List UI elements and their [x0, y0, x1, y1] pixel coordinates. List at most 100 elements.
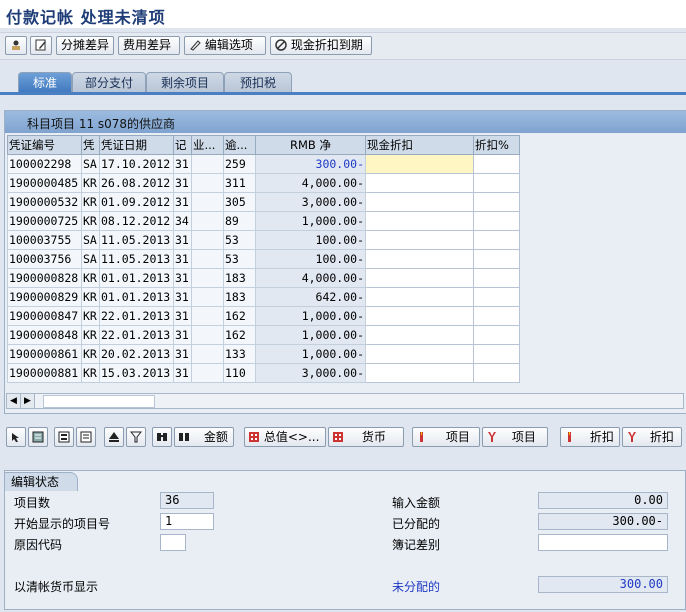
discount-pct-cell[interactable] [473, 211, 520, 231]
doc-number-cell: 1900000829 [7, 287, 82, 307]
deselect-all-icon[interactable] [76, 427, 96, 447]
cash-discount-cell[interactable] [365, 287, 474, 307]
cash-discount-due-button[interactable]: 现金折扣到期 [270, 36, 372, 55]
table-row[interactable]: 1900000532 KR 01.09.2012 31 305 3,000.00- [7, 192, 520, 212]
col-header-doc-number[interactable]: 凭证编号 [7, 135, 82, 155]
net-amount-cell: 1,000.00- [255, 211, 366, 231]
deactivate-items-label: 项目 [511, 430, 536, 444]
display-currency-label: 以清帐货币显示 [14, 580, 99, 594]
open-items-table: 凭证编号 凭 凭证日期 记 业... 逾... RMB 净 现金折扣 折扣% 1… [7, 135, 520, 383]
scroll-thumb[interactable] [43, 395, 155, 408]
edit-options-button[interactable]: 编辑选项 [184, 36, 266, 55]
tab-strip: 标准 部分支付 剩余项目 预扣税 [0, 72, 686, 94]
total-value-button[interactable]: 总值<>... [244, 427, 326, 447]
processing-status-tab: 编辑状态 [4, 472, 78, 491]
table-row[interactable]: 1900000725 KR 08.12.2012 34 89 1,000.00- [7, 211, 520, 231]
application-toolbar: 分摊差异 费用差异 编辑选项 现金折扣到期 [0, 32, 686, 60]
business-area-cell [191, 306, 224, 326]
cash-discount-cell[interactable] [365, 249, 474, 269]
discount-pct-cell[interactable] [473, 363, 520, 383]
table-row[interactable]: 1900000861 KR 20.02.2013 31 133 1,000.00- [7, 344, 520, 364]
overdue-cell: 89 [223, 211, 256, 231]
cash-discount-cell[interactable] [365, 268, 474, 288]
filter-icon[interactable] [126, 427, 146, 447]
unassigned-label: 未分配的 [392, 580, 441, 594]
cash-discount-cell[interactable] [365, 363, 474, 383]
discount-pct-cell[interactable] [473, 249, 520, 269]
cash-discount-cell[interactable] [365, 211, 474, 231]
cash-discount-cell[interactable] [365, 192, 474, 212]
tab-residual-items[interactable]: 剩余项目 [146, 72, 224, 93]
col-header-doc-date[interactable]: 凭证日期 [99, 135, 174, 155]
activate-items-button[interactable]: 项目 [412, 427, 480, 447]
net-amount-cell: 1,000.00- [255, 344, 366, 364]
cash-discount-cell[interactable] [365, 230, 474, 250]
reason-code-field[interactable] [160, 534, 186, 551]
tab-standard[interactable]: 标准 [18, 72, 72, 93]
discount-pct-cell[interactable] [473, 344, 520, 364]
cash-discount-cell[interactable] [365, 325, 474, 345]
deactivate-discount-button[interactable]: 折扣 [622, 427, 682, 447]
table-row[interactable]: 100003755 SA 11.05.2013 31 53 100.00- [7, 230, 520, 250]
net-amount-cell: 1,000.00- [255, 325, 366, 345]
net-amount-cell: 4,000.00- [255, 173, 366, 193]
activate-discount-icon [568, 432, 571, 442]
sort-icon[interactable] [104, 427, 124, 447]
col-header-posting-key[interactable]: 记 [173, 135, 192, 155]
table-row[interactable]: 1900000848 KR 22.01.2013 31 162 1,000.00- [7, 325, 520, 345]
discount-pct-cell[interactable] [473, 173, 520, 193]
unassigned-field: 300.00 [538, 576, 668, 593]
col-header-net-amount[interactable]: RMB 净 [255, 135, 366, 155]
cash-discount-cell[interactable] [365, 344, 474, 364]
first-item-field[interactable]: 1 [160, 513, 214, 530]
select-icon[interactable] [6, 427, 26, 447]
scroll-right-icon[interactable]: ▶ [21, 394, 35, 408]
tab-withholding-tax[interactable]: 预扣税 [224, 72, 292, 93]
table-row[interactable]: 1900000829 KR 01.01.2013 31 183 642.00- [7, 287, 520, 307]
col-header-business-area[interactable]: 业... [191, 135, 224, 155]
search-amount-button[interactable]: 金额 [174, 427, 234, 447]
cash-discount-cell[interactable] [365, 154, 474, 174]
col-header-cash-discount[interactable]: 现金折扣 [365, 135, 474, 155]
horizontal-scrollbar[interactable]: ◀ ▶ [6, 393, 684, 409]
col-header-discount-pct[interactable]: 折扣% [473, 135, 520, 155]
cash-discount-cell[interactable] [365, 306, 474, 326]
scroll-left-icon[interactable]: ◀ [7, 394, 21, 408]
tab-partial-payment[interactable]: 部分支付 [72, 72, 146, 93]
person-icon[interactable] [5, 36, 27, 55]
discount-pct-cell[interactable] [473, 325, 520, 345]
find-icon[interactable] [152, 427, 172, 447]
currency-button[interactable]: 货币 [328, 427, 404, 447]
distribute-difference-button[interactable]: 分摊差异 [56, 36, 114, 55]
table-row[interactable]: 100003756 SA 11.05.2013 31 53 100.00- [7, 249, 520, 269]
item-count-field: 36 [160, 492, 214, 509]
select-block-icon[interactable] [28, 427, 48, 447]
edit-document-icon[interactable] [30, 36, 52, 55]
panel-title: 科目项目 11 s078的供应商 [27, 117, 176, 131]
doc-type-cell: KR [81, 344, 100, 364]
table-row[interactable]: 1900000881 KR 15.03.2013 31 110 3,000.00- [7, 363, 520, 383]
cash-discount-cell[interactable] [365, 173, 474, 193]
overdue-cell: 183 [223, 287, 256, 307]
table-row[interactable]: 1900000485 KR 26.08.2012 31 311 4,000.00- [7, 173, 520, 193]
deactivate-items-button[interactable]: 项目 [482, 427, 548, 447]
discount-pct-cell[interactable] [473, 154, 520, 174]
table-row[interactable]: 100002298 SA 17.10.2012 31 259 300.00- [7, 154, 520, 174]
table-row[interactable]: 1900000847 KR 22.01.2013 31 162 1,000.00- [7, 306, 520, 326]
col-header-overdue[interactable]: 逾... [223, 135, 256, 155]
col-header-doc-type[interactable]: 凭 [81, 135, 100, 155]
select-all-icon[interactable] [54, 427, 74, 447]
selection-toolbar: 金额 总值<>... 货币 项目 项目 折扣 折扣 [0, 427, 686, 449]
discount-pct-cell[interactable] [473, 230, 520, 250]
discount-pct-cell[interactable] [473, 268, 520, 288]
table-row[interactable]: 1900000828 KR 01.01.2013 31 183 4,000.00- [7, 268, 520, 288]
doc-date-cell: 26.08.2012 [99, 173, 174, 193]
activate-discount-button[interactable]: 折扣 [560, 427, 620, 447]
charge-difference-button[interactable]: 费用差异 [118, 36, 180, 55]
assigned-label: 已分配的 [392, 517, 441, 531]
discount-pct-cell[interactable] [473, 306, 520, 326]
posting-difference-field[interactable] [538, 534, 668, 551]
discount-pct-cell[interactable] [473, 192, 520, 212]
discount-pct-cell[interactable] [473, 287, 520, 307]
net-amount-cell: 642.00- [255, 287, 366, 307]
